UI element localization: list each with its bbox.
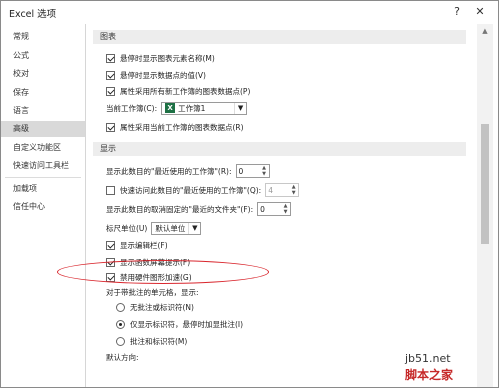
show-element-names-checkbox[interactable] <box>106 53 115 63</box>
chevron-down-icon[interactable]: ▼ <box>188 222 200 234</box>
show-data-values-checkbox[interactable] <box>106 70 115 80</box>
ruler-units-row: 标尺单位(U) 默认单位 ▼ <box>106 221 202 235</box>
disable-hw-accel-label: 禁用硬件图形加速(G) <box>120 272 192 282</box>
excel-workbook-icon: X <box>165 103 176 113</box>
formula-bar-checkbox[interactable] <box>106 240 115 250</box>
title-bar: Excel 选项 ? ✕ <box>1 1 498 23</box>
recent-workbooks-stepper[interactable]: 0 ▲ ▼ <box>235 164 270 178</box>
dialog-title: Excel 选项 <box>9 9 57 20</box>
current-workbook-option[interactable]: 属性采用当前工作簿的图表数据点(R) <box>106 120 244 134</box>
sidebar-item-add-ins[interactable]: 加载项 <box>1 181 85 197</box>
radio-comments-and-indicators-label: 批注和标识符(M) <box>130 336 188 346</box>
ruler-units-select[interactable]: 默认单位 ▼ <box>151 221 202 235</box>
radio-comments-and-indicators-button[interactable] <box>116 336 125 346</box>
watermark-url: jb51.net <box>405 352 451 365</box>
recent-folders-value: 0 <box>260 204 265 214</box>
function-tips-option[interactable]: 显示函数屏幕提示(F) <box>106 255 190 269</box>
comments-display-label: 对于带批注的单元格，显示: <box>106 285 199 299</box>
content-scrollbar[interactable]: ▲ <box>477 24 493 387</box>
current-workbook-checkbox[interactable] <box>106 122 115 132</box>
recent-workbooks-label: 显示此数目的"最近使用的工作簿"(R): <box>106 166 232 176</box>
sidebar-item-quick-access-toolbar[interactable]: 快速访问工具栏 <box>1 158 85 174</box>
sidebar-item-formulas[interactable]: 公式 <box>1 48 85 64</box>
show-data-values-label: 悬停时显示数据点的值(V) <box>120 70 206 80</box>
all-new-workbooks-option[interactable]: 属性采用所有新工作簿的图表数据点(P) <box>106 84 250 98</box>
sidebar-item-language[interactable]: 语言 <box>1 103 85 119</box>
current-workbook-row: 当前工作簿(C): X 工作簿1 ▼ <box>106 101 248 115</box>
sidebar-item-trust-center[interactable]: 信任中心 <box>1 199 85 215</box>
stepper-down-icon[interactable]: ▼ <box>289 190 298 196</box>
disable-hw-accel-checkbox[interactable] <box>106 272 115 282</box>
quick-access-label: 快速访问此数目的"最近使用的工作簿"(Q): <box>120 185 262 195</box>
sidebar-item-customize-ribbon[interactable]: 自定义功能区 <box>1 140 85 156</box>
radio-no-comments-button[interactable] <box>116 302 125 312</box>
formula-bar-label: 显示编辑栏(F) <box>120 240 168 250</box>
show-element-names-option[interactable]: 悬停时显示图表元素名称(M) <box>106 51 215 65</box>
close-icon[interactable]: ✕ <box>471 3 489 19</box>
options-content: 图表 悬停时显示图表元素名称(M) 悬停时显示数据点的值(V) 属性采用所有新工… <box>86 24 473 387</box>
all-new-workbooks-checkbox[interactable] <box>106 86 115 96</box>
sidebar-item-save[interactable]: 保存 <box>1 85 85 101</box>
show-data-values-option[interactable]: 悬停时显示数据点的值(V) <box>106 68 206 82</box>
chevron-down-icon[interactable]: ▼ <box>234 102 246 114</box>
all-new-workbooks-label: 属性采用所有新工作簿的图表数据点(P) <box>120 86 251 96</box>
recent-workbooks-row: 显示此数目的"最近使用的工作簿"(R): 0 ▲ ▼ <box>106 164 270 178</box>
quick-access-value: 4 <box>268 185 273 195</box>
show-element-names-label: 悬停时显示图表元素名称(M) <box>120 53 215 63</box>
function-tips-label: 显示函数屏幕提示(F) <box>120 257 191 267</box>
sidebar-divider <box>5 177 81 179</box>
sidebar-item-advanced[interactable]: 高级 <box>1 121 85 138</box>
radio-indicator-only-button[interactable] <box>116 319 125 329</box>
radio-no-comments[interactable]: 无批注或标识符(N) <box>116 300 194 314</box>
current-workbook-label: 当前工作簿(C): <box>106 103 158 113</box>
ruler-units-label: 标尺单位(U) <box>106 223 148 233</box>
help-icon[interactable]: ? <box>448 3 466 19</box>
quick-access-checkbox[interactable] <box>106 185 115 195</box>
radio-indicator-only-label: 仅显示标识符，悬停时加显批注(I) <box>130 319 244 329</box>
stepper-down-icon[interactable]: ▼ <box>281 209 290 215</box>
comments-display-text: 对于带批注的单元格，显示: <box>106 287 199 297</box>
sidebar-item-general[interactable]: 常规 <box>1 29 85 45</box>
function-tips-checkbox[interactable] <box>106 257 115 267</box>
quick-access-row[interactable]: 快速访问此数目的"最近使用的工作簿"(Q): 4 ▲ ▼ <box>106 183 300 197</box>
stepper-down-icon[interactable]: ▼ <box>260 171 269 177</box>
sidebar-item-proofing[interactable]: 校对 <box>1 66 85 82</box>
radio-comments-and-indicators[interactable]: 批注和标识符(M) <box>116 334 187 348</box>
options-sidebar: 常规 公式 校对 保存 语言 高级 自定义功能区 快速访问工具栏 加载项 信任中… <box>1 24 86 387</box>
radio-no-comments-label: 无批注或标识符(N) <box>130 302 194 312</box>
watermark-brand: 脚本之家 <box>405 368 454 382</box>
chart-section-heading: 图表 <box>93 30 466 44</box>
ruler-units-value: 默认单位 <box>155 223 186 233</box>
formula-bar-option[interactable]: 显示编辑栏(F) <box>106 238 168 252</box>
display-section-heading: 显示 <box>93 142 466 156</box>
recent-folders-label: 显示此数目的取消固定的"最近的文件夹"(F): <box>106 204 254 214</box>
quick-access-stepper[interactable]: 4 ▲ ▼ <box>265 183 300 197</box>
recent-folders-row: 显示此数目的取消固定的"最近的文件夹"(F): 0 ▲ ▼ <box>106 202 292 216</box>
recent-folders-stepper[interactable]: 0 ▲ ▼ <box>257 202 292 216</box>
current-workbook-value: 工作簿1 <box>178 103 206 113</box>
recent-workbooks-value: 0 <box>238 166 244 176</box>
disable-hw-accel-option[interactable]: 禁用硬件图形加速(G) <box>106 270 192 284</box>
current-workbook-option-label: 属性采用当前工作簿的图表数据点(R) <box>120 122 244 132</box>
default-direction-label: 默认方向: <box>106 352 139 362</box>
scrollbar-thumb[interactable] <box>481 124 489 244</box>
radio-indicator-only[interactable]: 仅显示标识符，悬停时加显批注(I) <box>116 317 243 331</box>
scroll-up-icon[interactable]: ▲ <box>480 27 490 35</box>
excel-options-dialog: Excel 选项 ? ✕ 常规 公式 校对 保存 语言 高级 自定义功能区 快速… <box>0 0 499 388</box>
default-direction-row: 默认方向: <box>106 350 139 364</box>
current-workbook-select[interactable]: X 工作簿1 ▼ <box>161 101 248 115</box>
